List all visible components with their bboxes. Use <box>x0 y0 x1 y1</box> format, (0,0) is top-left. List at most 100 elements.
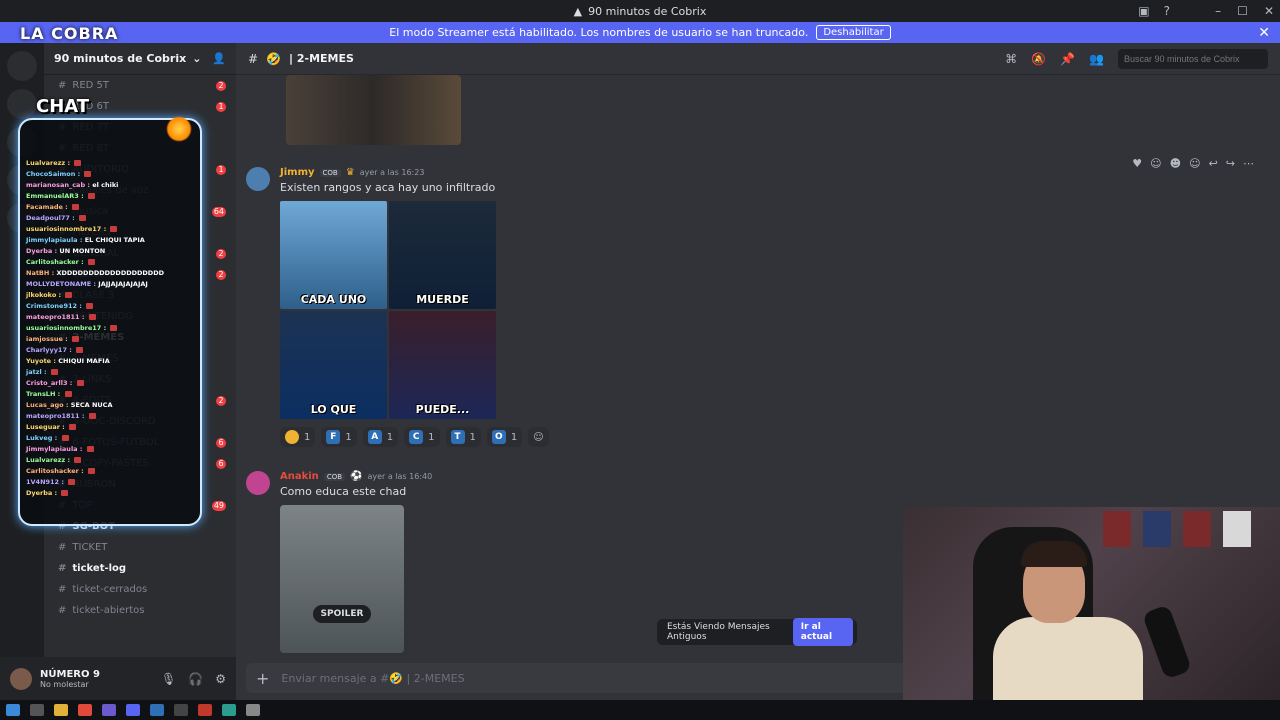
user-info[interactable]: NÚMERO 9 No molestar <box>40 669 100 689</box>
streamer-mode-banner: El modo Streamer está habilitado. Los no… <box>0 22 1280 43</box>
wall-poster <box>1103 511 1131 547</box>
server-icon-2[interactable] <box>7 89 37 119</box>
reaction-c[interactable]: C1 <box>404 427 440 447</box>
chat-message: SECA NUCA <box>70 401 113 409</box>
avatar[interactable] <box>246 471 270 495</box>
server-icon-1[interactable] <box>7 51 37 81</box>
message-author[interactable]: Jimmy <box>280 167 315 178</box>
microphone-icon[interactable]: 🎙 <box>161 672 176 686</box>
sidebar-channel-item[interactable]: # RED 5T 2 <box>44 75 236 96</box>
app-icon[interactable] <box>222 704 236 716</box>
threads-icon[interactable]: ⌘ <box>1005 52 1017 66</box>
soccer-ball-icon: ⚽ <box>350 471 363 482</box>
image-attachment-grid[interactable]: CADA UNO MUERDE LO QUE PUEDE... <box>280 201 496 419</box>
chat-username: Lualvarezz : <box>26 456 71 464</box>
message-timestamp: ayer a las 16:23 <box>359 168 425 177</box>
chat-username: jlkokoko : <box>26 291 62 299</box>
reaction-a[interactable]: A1 <box>362 427 399 447</box>
unread-badge: 1 <box>216 101 226 112</box>
pinned-icon[interactable]: 📌 <box>1060 52 1075 66</box>
chat-username: Crimstone912 : <box>26 302 82 310</box>
overlay-chat-label: CHAT <box>36 96 90 117</box>
stream-chat-line: EmmanuelAR3 : <box>26 191 196 202</box>
inbox-icon[interactable]: ▣ <box>1138 4 1149 18</box>
browser-icon[interactable] <box>150 704 164 716</box>
search-icon[interactable] <box>30 704 44 716</box>
reaction-laugh[interactable]: 1 <box>280 427 316 447</box>
chat-username: Luseguar : <box>26 423 65 431</box>
settings-gear-icon[interactable]: ⚙ <box>215 672 226 686</box>
file-explorer-icon[interactable] <box>54 704 68 716</box>
unread-badge: 2 <box>216 395 226 406</box>
spoiler-attachment[interactable]: SPOILER <box>280 505 404 653</box>
chat-username: marianosan_cab : <box>26 181 90 189</box>
overlay-brand: LA COBRA <box>20 24 119 43</box>
message-author[interactable]: Anakin <box>280 471 319 482</box>
role-tag: COB <box>319 168 341 177</box>
headphones-icon[interactable]: 🎧 <box>188 672 203 686</box>
server-header[interactable]: 90 minutos de Cobrix ⌄ 👤 <box>44 43 236 75</box>
members-icon[interactable]: 👥 <box>1089 52 1104 66</box>
avatar[interactable] <box>10 667 32 690</box>
chevron-down-icon: ⌄ <box>192 52 202 65</box>
laugh-reaction-icon[interactable]: ☺ <box>1150 157 1161 170</box>
sidebar-channel-item[interactable]: # ticket-cerrados <box>44 579 236 600</box>
stream-chat-line: usuariosinnombre17 : <box>26 323 196 334</box>
reaction-o[interactable]: O1 <box>486 427 523 447</box>
heart-reaction-icon[interactable]: ♥ <box>1132 157 1142 170</box>
search-input[interactable] <box>1118 48 1268 69</box>
emote-icon <box>110 325 118 331</box>
image-cell[interactable]: CADA UNO <box>280 201 387 309</box>
reaction-t[interactable]: T1 <box>445 427 481 447</box>
jump-to-present-button[interactable]: Ir al actual <box>792 618 853 646</box>
add-member-icon[interactable]: 👤 <box>212 52 226 65</box>
more-options-icon[interactable]: ⋯ <box>1243 157 1254 170</box>
maximize-button[interactable]: ☐ <box>1237 4 1248 18</box>
chat-username: Deadpoul77 : <box>26 214 75 222</box>
chat-message: XDDDDDDDDDDDDDDDDDDD <box>56 269 164 277</box>
image-cell[interactable]: PUEDE... <box>389 311 496 419</box>
forward-icon[interactable]: ↪ <box>1226 157 1235 170</box>
reply-icon[interactable]: ↩ <box>1209 157 1218 170</box>
chrome-icon[interactable] <box>78 704 92 716</box>
banner-text: El modo Streamer está habilitado. Los no… <box>389 26 809 39</box>
image-caption: MUERDE <box>416 293 469 306</box>
app-icon[interactable] <box>174 704 188 716</box>
emote-icon <box>71 336 79 342</box>
emote-icon <box>69 424 77 430</box>
chat-username: Jimmylapiaula : <box>26 445 83 453</box>
disable-streamer-button[interactable]: Deshabilitar <box>816 25 891 40</box>
sidebar-channel-item[interactable]: # TICKET <box>44 537 236 558</box>
minimize-button[interactable]: – <box>1215 4 1221 18</box>
sidebar-channel-item[interactable]: # ticket-abiertos <box>44 600 236 621</box>
image-cell[interactable]: MUERDE <box>389 201 496 309</box>
chat-username: usuariosinnombre17 : <box>26 225 107 233</box>
help-icon[interactable]: ? <box>1164 4 1170 18</box>
chat-username: Cristo_arll3 : <box>26 379 73 387</box>
add-reaction-button[interactable]: ☺ <box>528 427 549 447</box>
obs-icon[interactable] <box>198 704 212 716</box>
previous-image-attachment[interactable] <box>286 75 461 145</box>
stream-chat-line: usuariosinnombre17 : <box>26 224 196 235</box>
grin-reaction-icon[interactable]: ☻ <box>1170 157 1181 170</box>
chat-username: NatBH : <box>26 269 55 277</box>
image-cell[interactable]: LO QUE <box>280 311 387 419</box>
emote-icon <box>88 413 96 419</box>
stream-chat-line: 1V4N912 : <box>26 477 196 488</box>
avatar[interactable] <box>246 167 270 191</box>
chat-username: Jimmylapiaula : <box>26 236 83 244</box>
add-attachment-icon[interactable]: + <box>256 669 269 688</box>
reaction-f[interactable]: F1 <box>321 427 357 447</box>
discord-icon[interactable] <box>126 704 140 716</box>
close-window-button[interactable]: ✕ <box>1264 4 1274 18</box>
app-icon[interactable] <box>246 704 260 716</box>
stream-chat-line: Jimmylapiaula : <box>26 444 196 455</box>
sidebar-channel-item[interactable]: # ticket-log <box>44 558 236 579</box>
app-icon[interactable] <box>102 704 116 716</box>
add-reaction-icon[interactable]: ☺ <box>1189 157 1200 170</box>
close-banner-icon[interactable]: ✕ <box>1258 25 1270 41</box>
start-icon[interactable] <box>6 704 20 716</box>
notifications-icon[interactable]: 🔕 <box>1031 52 1046 66</box>
stream-chat-lines: Lualvarezz : ChocoSaimon : marianosan_ca… <box>26 158 196 499</box>
stream-chat-line: MOLLYDETONAME : JAJJAJAJAJAJAJ <box>26 279 196 290</box>
